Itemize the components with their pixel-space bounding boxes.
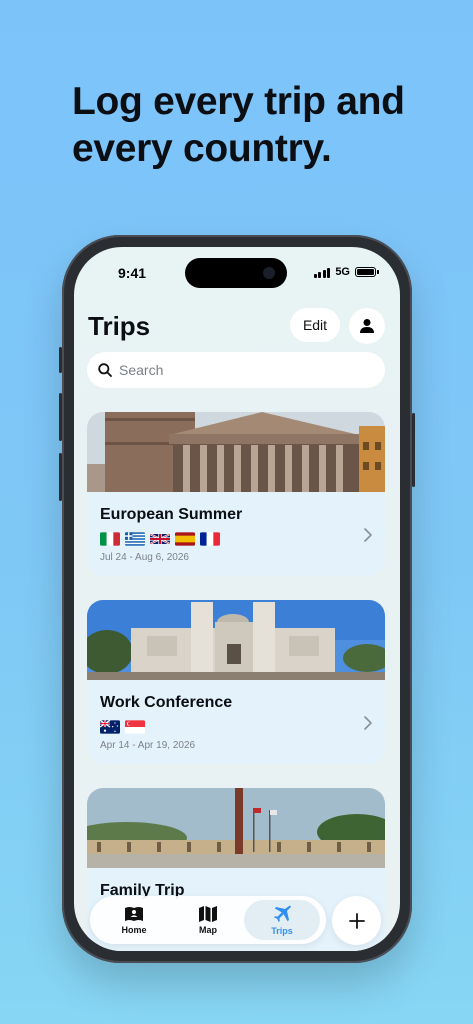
tab-home-label: Home [121, 924, 147, 935]
chevron-right-icon [364, 716, 372, 730]
tab-home[interactable]: Home [98, 896, 170, 944]
tab-bar: Home Map Trips [90, 896, 326, 944]
flag-uk-icon [150, 533, 170, 545]
tab-map-label: Map [199, 925, 217, 935]
flag-greece-icon [125, 532, 145, 546]
book-person-icon [125, 906, 143, 921]
flag-australia-icon [100, 720, 120, 734]
status-indicators: 5G [313, 266, 379, 278]
search-input[interactable]: Search [87, 352, 385, 388]
flag-spain-icon [175, 532, 195, 546]
trip-name: Work Conference [100, 694, 233, 711]
person-icon [360, 319, 374, 333]
search-icon [98, 363, 112, 377]
page-title: Trips [88, 311, 151, 341]
phone-screen: 9:41 5G Trips Edit Search European Summe… [74, 247, 400, 951]
trip-card[interactable]: European Summer Jul 24 - Aug 6, 2026 [87, 412, 385, 576]
trip-name: European Summer [100, 506, 243, 523]
battery-icon [355, 267, 379, 277]
trip-dates: Apr 14 - Apr 19, 2026 [100, 740, 196, 751]
action-button [59, 347, 62, 373]
flag-singapore-icon [125, 720, 145, 734]
headline-line-2: every country. [72, 127, 332, 170]
flag-france-icon [200, 532, 220, 546]
network-type: 5G [335, 266, 350, 278]
country-flags [100, 720, 145, 734]
airplane-icon [274, 905, 291, 922]
trip-card[interactable]: Work Conference Apr 14 - Apr 19, 2026 [87, 600, 385, 764]
chevron-right-icon [364, 528, 372, 542]
plus-icon [348, 912, 365, 929]
headline-line-1: Log every trip and [72, 80, 405, 123]
power-button [412, 413, 415, 487]
tab-trips-label: Trips [271, 925, 293, 936]
map-icon [199, 906, 217, 922]
trip-cover-photo [87, 788, 385, 868]
trip-cover-photo [87, 412, 385, 492]
phone-frame: 9:41 5G Trips Edit Search European Summe… [59, 235, 415, 963]
marketing-headline: Log every trip and every country. [72, 78, 432, 172]
search-placeholder: Search [119, 362, 164, 378]
flag-italy-icon [100, 532, 120, 546]
edit-button[interactable]: Edit [290, 308, 340, 342]
cellular-signal-icon [313, 267, 331, 278]
add-trip-button[interactable] [332, 896, 381, 945]
trip-cover-photo [87, 600, 385, 680]
tab-map[interactable]: Map [172, 896, 244, 944]
country-flags [100, 532, 220, 546]
dynamic-island [185, 258, 287, 288]
profile-button[interactable] [349, 308, 385, 344]
volume-down-button [59, 453, 62, 501]
status-time: 9:41 [118, 265, 147, 281]
trip-dates: Jul 24 - Aug 6, 2026 [100, 552, 189, 563]
volume-up-button [59, 393, 62, 441]
tab-trips[interactable]: Trips [244, 900, 320, 940]
